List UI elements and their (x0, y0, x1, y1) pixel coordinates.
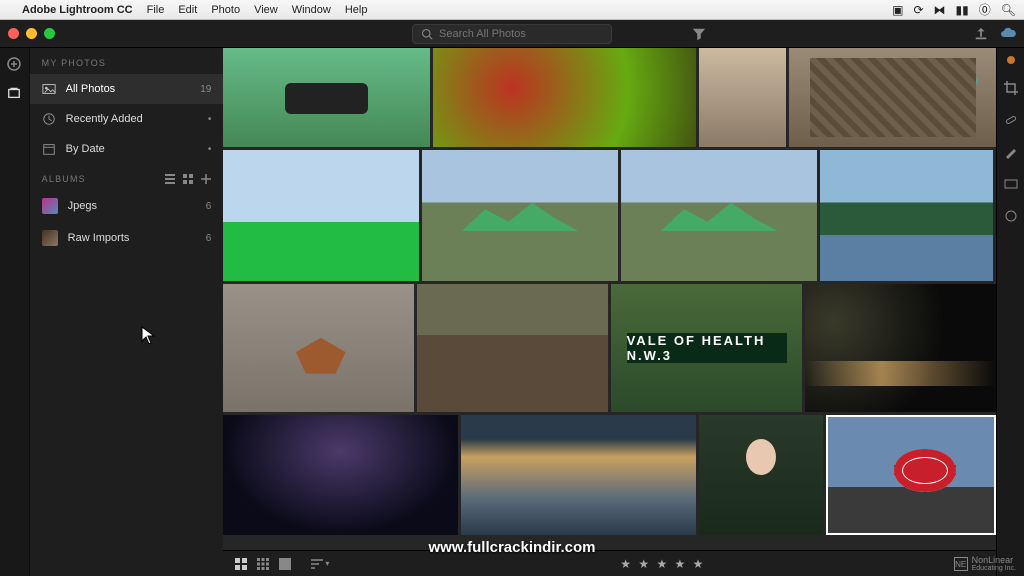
search-input[interactable] (439, 28, 603, 40)
status-icon[interactable]: ▣ (892, 3, 903, 17)
heal-icon[interactable] (1003, 112, 1019, 128)
brush-icon[interactable] (1003, 144, 1019, 160)
brand-line2: Educating Inc. (972, 565, 1016, 572)
menubar-item-help[interactable]: Help (345, 4, 368, 16)
app-toolbar (0, 20, 1024, 48)
photo-thumbnail[interactable] (223, 150, 419, 281)
edit-dot-icon[interactable] (1007, 56, 1015, 64)
search-field[interactable] (412, 24, 612, 44)
overlay-hex-icon (902, 66, 936, 96)
photo-thumbnail[interactable] (699, 415, 823, 535)
share-icon[interactable] (974, 27, 988, 41)
album-label: Raw Imports (68, 232, 196, 244)
sort-icon[interactable]: ▾ (311, 558, 329, 570)
add-photos-icon[interactable] (6, 56, 22, 72)
view-single-icon[interactable] (279, 558, 291, 570)
photo-thumbnail[interactable] (699, 48, 786, 147)
photos-icon (42, 82, 56, 96)
sidebar-item-label: By Date (66, 143, 198, 155)
right-toolstrip (996, 48, 1024, 576)
underground-label: UNDERGROUND (894, 465, 955, 475)
rating-stars[interactable]: ★ ★ ★ ★ ★ (620, 557, 705, 571)
brand-line1: NonLinear (972, 556, 1016, 565)
sidebar-item-count: 19 (200, 84, 211, 95)
left-gutter (0, 48, 30, 576)
photo-thumbnail[interactable] (422, 150, 618, 281)
photo-thumbnail[interactable] (461, 415, 696, 535)
photo-thumbnail[interactable] (621, 150, 817, 281)
macos-menubar: Adobe Lightroom CC File Edit Photo View … (0, 0, 1024, 20)
minimize-window-button[interactable] (26, 28, 37, 39)
sidebar-item-count: • (208, 144, 212, 155)
add-album-icon[interactable] (201, 174, 211, 184)
window-controls (8, 28, 55, 39)
sign-text: VALE OF HEALTH N.W.3 (627, 333, 787, 364)
albums-label: ALBUMS (42, 174, 86, 184)
radial-gradient-icon[interactable] (1003, 208, 1019, 224)
menubar-app-name[interactable]: Adobe Lightroom CC (22, 4, 133, 16)
photo-thumbnail[interactable] (223, 284, 414, 412)
photo-thumbnail[interactable] (417, 284, 608, 412)
menubar-item-view[interactable]: View (254, 4, 278, 16)
photo-grid[interactable]: VALE OF HEALTH N.W.3 UNDERGROUND (223, 48, 996, 550)
sidebar: MY PHOTOS All Photos 19 Recently Added •… (30, 48, 224, 576)
sidebar-item-label: All Photos (66, 83, 191, 95)
menubar-item-window[interactable]: Window (292, 4, 331, 16)
album-item-raw-imports[interactable]: Raw Imports 6 (30, 222, 224, 254)
menubar-item-file[interactable]: File (147, 4, 165, 16)
zoom-window-button[interactable] (44, 28, 55, 39)
sidebar-item-recently-added[interactable]: Recently Added • (30, 104, 224, 134)
albums-header: ALBUMS (30, 164, 224, 190)
app-body: MY PHOTOS All Photos 19 Recently Added •… (0, 48, 1024, 576)
menubar-item-photo[interactable]: Photo (211, 4, 240, 16)
photo-thumbnail[interactable] (820, 150, 993, 281)
view-grid-large-icon[interactable] (235, 558, 247, 570)
photo-thumbnail[interactable]: VALE OF HEALTH N.W.3 (611, 284, 802, 412)
album-item-jpegs[interactable]: Jpegs 6 (30, 190, 224, 222)
search-icon (421, 28, 433, 40)
album-count: 6 (206, 201, 212, 212)
linear-gradient-icon[interactable] (1003, 176, 1019, 192)
sidebar-item-by-date[interactable]: By Date • (30, 134, 224, 164)
close-window-button[interactable] (8, 28, 19, 39)
calendar-icon (42, 142, 56, 156)
menubar-item-edit[interactable]: Edit (178, 4, 197, 16)
filter-icon[interactable] (692, 27, 706, 41)
cloud-icon[interactable] (1000, 27, 1016, 41)
sidebar-item-count: • (208, 114, 212, 125)
brand-logo-icon: NE (954, 557, 968, 571)
my-photos-header: MY PHOTOS (30, 48, 224, 74)
user-icon[interactable]: ⓪ (979, 1, 991, 18)
photo-thumbnail[interactable] (223, 415, 458, 535)
clock-icon (42, 112, 56, 126)
bottom-toolbar: ▾ ★ ★ ★ ★ ★ (223, 550, 996, 576)
album-thumbnail-icon (42, 230, 58, 246)
status-icon[interactable]: ⟳ (913, 3, 923, 17)
crop-icon[interactable] (1003, 80, 1019, 96)
brand-watermark: NE NonLinear Educating Inc. (954, 556, 1016, 572)
overlay-hex-icon (944, 66, 978, 96)
album-thumbnail-icon (42, 198, 58, 214)
album-label: Jpegs (68, 200, 196, 212)
sidebar-item-all-photos[interactable]: All Photos 19 (30, 74, 224, 104)
sidebar-item-label: Recently Added (66, 113, 198, 125)
wifi-icon[interactable]: ⧓ (934, 3, 946, 17)
photo-thumbnail[interactable] (223, 48, 430, 147)
grid-view-icon[interactable] (183, 174, 193, 184)
view-grid-small-icon[interactable] (257, 558, 269, 570)
spotlight-icon[interactable]: 🔍︎ (1001, 3, 1016, 17)
my-photos-label: MY PHOTOS (42, 58, 106, 68)
photo-thumbnail[interactable] (789, 48, 996, 147)
menubar-status-icons: ▣ ⟳ ⧓ ▮▮ ⓪ 🔍︎ (892, 1, 1016, 18)
library-icon[interactable] (7, 86, 21, 100)
battery-icon[interactable]: ▮▮ (956, 3, 969, 17)
grid-area: VALE OF HEALTH N.W.3 UNDERGROUND ▾ ★ ★ ★ (223, 48, 996, 576)
photo-thumbnail[interactable] (805, 284, 996, 412)
photo-thumbnail-selected[interactable]: UNDERGROUND (826, 415, 996, 535)
photo-thumbnail[interactable] (433, 48, 696, 147)
album-count: 6 (206, 233, 212, 244)
list-view-icon[interactable] (165, 174, 175, 184)
